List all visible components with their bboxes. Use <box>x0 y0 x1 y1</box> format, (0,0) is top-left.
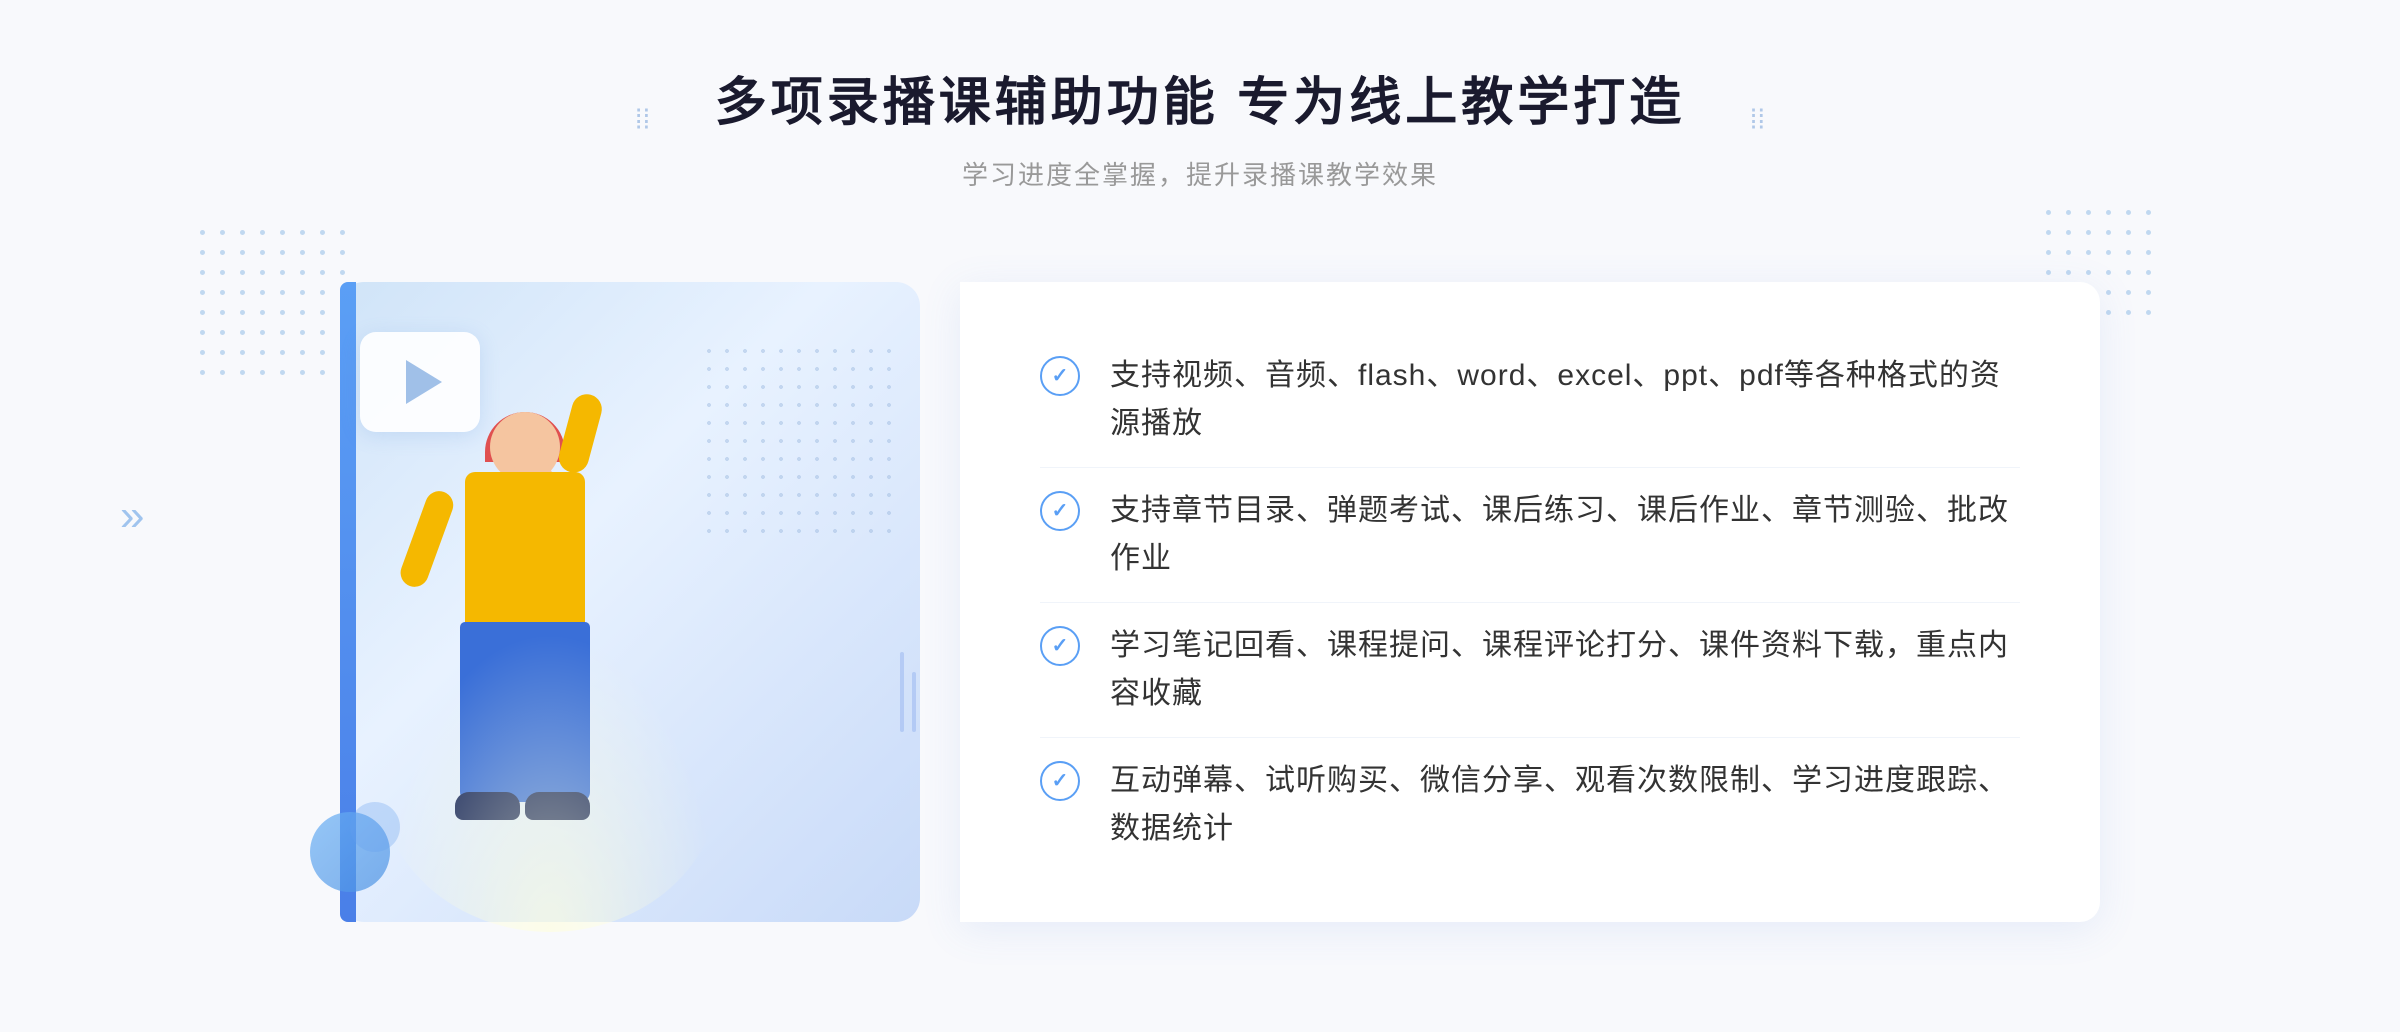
dot <box>220 270 225 275</box>
dot <box>200 350 205 355</box>
feature-divider-3 <box>1040 737 2020 738</box>
dot <box>240 310 245 315</box>
chevron-left-icon: » <box>120 491 134 541</box>
feature-text-1: 支持视频、音频、flash、word、excel、ppt、pdf等各种格式的资源… <box>1110 352 2020 448</box>
dot <box>2086 230 2091 235</box>
check-icon-1 <box>1040 356 1080 396</box>
dot <box>2106 210 2111 215</box>
dot <box>200 230 205 235</box>
dot <box>220 290 225 295</box>
features-panel: 支持视频、音频、flash、word、excel、ppt、pdf等各种格式的资源… <box>960 282 2100 922</box>
dot <box>280 270 285 275</box>
dot <box>2146 210 2151 215</box>
play-icon <box>406 360 442 404</box>
dot <box>240 330 245 335</box>
dot <box>340 230 345 235</box>
dot <box>2126 290 2131 295</box>
feature-text-2: 支持章节目录、弹题考试、课后练习、课后作业、章节测验、批改作业 <box>1110 487 2020 583</box>
dot <box>2106 230 2111 235</box>
dot <box>280 250 285 255</box>
dot <box>220 330 225 335</box>
dot <box>240 270 245 275</box>
page-container: » 多项录播课辅助功能 专为线上教学打造 学习进度全掌握，提升录播课教学效果 <box>0 0 2400 1032</box>
card-dots <box>700 342 900 542</box>
dot <box>2066 210 2071 215</box>
feature-item-3: 学习笔记回看、课程提问、课程评论打分、课件资料下载，重点内容收藏 <box>1040 622 2020 718</box>
dot <box>2146 250 2151 255</box>
dot <box>200 310 205 315</box>
dot <box>260 290 265 295</box>
feature-item-1: 支持视频、音频、flash、word、excel、ppt、pdf等各种格式的资源… <box>1040 352 2020 448</box>
circle-decoration-2 <box>350 802 400 852</box>
dot <box>2146 290 2151 295</box>
feature-item-2: 支持章节目录、弹题考试、课后练习、课后作业、章节测验、批改作业 <box>1040 487 2020 583</box>
dot <box>280 290 285 295</box>
dot <box>2106 290 2111 295</box>
dot <box>280 230 285 235</box>
dot <box>2126 230 2131 235</box>
person-illustration <box>360 412 640 932</box>
feature-text-3: 学习笔记回看、课程提问、课程评论打分、课件资料下载，重点内容收藏 <box>1110 622 2020 718</box>
person-arm-left <box>397 487 458 591</box>
dot <box>220 230 225 235</box>
dot <box>200 370 205 375</box>
dot <box>320 230 325 235</box>
dot <box>280 370 285 375</box>
dot <box>240 370 245 375</box>
content-area: 支持视频、音频、flash、word、excel、ppt、pdf等各种格式的资源… <box>300 252 2100 952</box>
check-icon-2 <box>1040 491 1080 531</box>
check-icon-4 <box>1040 761 1080 801</box>
dot <box>2146 270 2151 275</box>
dot <box>2046 210 2051 215</box>
dot <box>200 290 205 295</box>
dot <box>220 250 225 255</box>
dot <box>2146 310 2151 315</box>
dot <box>220 310 225 315</box>
feature-item-4: 互动弹幕、试听购买、微信分享、观看次数限制、学习进度跟踪、数据统计 <box>1040 757 2020 853</box>
dot <box>2086 210 2091 215</box>
dot <box>240 290 245 295</box>
person-torso <box>465 472 585 632</box>
dot <box>200 330 205 335</box>
spotlight-effect <box>380 632 720 932</box>
dot <box>300 230 305 235</box>
dot <box>260 250 265 255</box>
dot <box>260 370 265 375</box>
dot <box>240 350 245 355</box>
dot <box>260 330 265 335</box>
dot <box>2126 270 2131 275</box>
feature-divider-2 <box>1040 602 2020 603</box>
dot <box>2046 230 2051 235</box>
check-icon-3 <box>1040 626 1080 666</box>
page-title: 多项录播课辅助功能 专为线上教学打造 <box>715 60 1685 135</box>
lines-decoration <box>900 652 960 752</box>
dot <box>240 230 245 235</box>
dot <box>2126 310 2131 315</box>
dot <box>260 310 265 315</box>
dot <box>2106 250 2111 255</box>
dot <box>200 250 205 255</box>
dot <box>2106 310 2111 315</box>
feature-text-4: 互动弹幕、试听购买、微信分享、观看次数限制、学习进度跟踪、数据统计 <box>1110 757 2020 853</box>
feature-divider-1 <box>1040 467 2020 468</box>
dot <box>260 350 265 355</box>
dot <box>240 250 245 255</box>
header-section: 多项录播课辅助功能 专为线上教学打造 学习进度全掌握，提升录播课教学效果 <box>715 60 1685 192</box>
dot <box>220 350 225 355</box>
dot <box>260 230 265 235</box>
dot <box>280 350 285 355</box>
dot <box>2106 270 2111 275</box>
illustration-area <box>300 252 980 952</box>
dot <box>280 330 285 335</box>
dot <box>2126 250 2131 255</box>
dot <box>220 370 225 375</box>
page-subtitle: 学习进度全掌握，提升录播课教学效果 <box>715 155 1685 192</box>
dot <box>200 270 205 275</box>
dot <box>280 310 285 315</box>
dot <box>2126 210 2131 215</box>
dot <box>260 270 265 275</box>
dot <box>2146 230 2151 235</box>
dot <box>2066 230 2071 235</box>
